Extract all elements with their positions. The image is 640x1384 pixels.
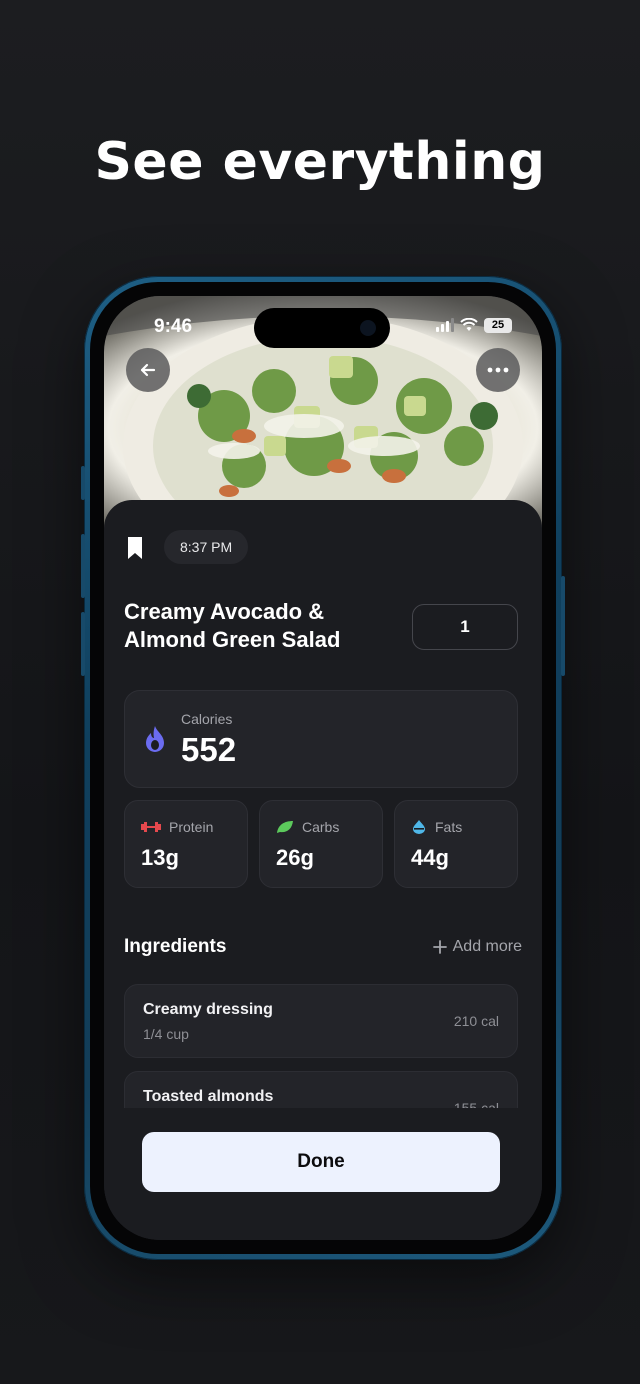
bookmark-icon [128,537,142,559]
calories-label: Calories [181,711,233,727]
meal-title-line: Almond Green Salad [124,627,341,652]
ellipsis-icon [487,367,509,373]
phone-side-button [81,534,85,598]
entry-time-badge[interactable]: 8:37 PM [164,530,249,564]
macro-value: 44g [411,845,449,870]
macro-label: Carbs [302,819,340,835]
bookmark-button[interactable] [126,536,144,565]
headline: See everything [94,132,546,192]
phone-side-button [81,466,85,500]
ingredients-heading: Ingredients [124,936,227,957]
meal-title-line: Creamy Avocado & [124,599,325,624]
dumbbell-icon [141,822,161,832]
more-options-button[interactable] [476,348,520,392]
detail-sheet: 8:37 PM Creamy Avocado & Almond Green Sa… [104,500,542,1240]
phone-screen: 9:46 25 8:37 PM Creamy Avocado & Almond … [104,296,542,1240]
done-button[interactable]: Done [142,1132,500,1192]
macro-value: 26g [276,845,314,870]
macro-label: Protein [169,819,214,835]
macro-card-carbs[interactable]: Carbs 26g [259,800,383,888]
macro-card-protein[interactable]: Protein 13g [124,800,248,888]
cellular-signal-icon [436,318,454,332]
servings-field[interactable]: 1 [412,604,518,650]
phone-frame: 9:46 25 8:37 PM Creamy Avocado & Almond … [81,276,565,1260]
arrow-left-icon [140,363,156,377]
ingredient-calories: 210 cal [453,1013,499,1029]
battery-indicator: 25 [484,317,512,333]
add-more-label: Add more [452,938,522,955]
macro-label: Fats [435,819,463,835]
flame-icon [146,726,164,752]
calories-card[interactable]: Calories 552 [124,690,518,788]
plus-icon [432,940,447,954]
leaf-icon [277,821,293,833]
wifi-icon [460,318,478,331]
ingredient-name: Creamy dressing [143,1001,273,1018]
add-more-button[interactable]: Add more [432,938,522,956]
phone-side-button [81,612,85,676]
oil-drop-icon [413,820,425,834]
status-icons: 25 [436,316,512,334]
status-time: 9:46 [154,316,193,337]
ingredient-quantity: 1/4 cup [143,1026,189,1042]
dynamic-island [254,308,390,348]
ingredient-item[interactable]: Creamy dressing 1/4 cup 210 cal [124,984,518,1058]
macro-value: 13g [141,845,179,870]
back-button[interactable] [126,348,170,392]
macro-card-fats[interactable]: Fats 44g [394,800,518,888]
calories-value: 552 [181,731,237,768]
ingredient-name: Toasted almonds [143,1088,274,1105]
meal-title: Creamy Avocado & Almond Green Salad [124,598,374,654]
phone-side-button [561,576,565,676]
